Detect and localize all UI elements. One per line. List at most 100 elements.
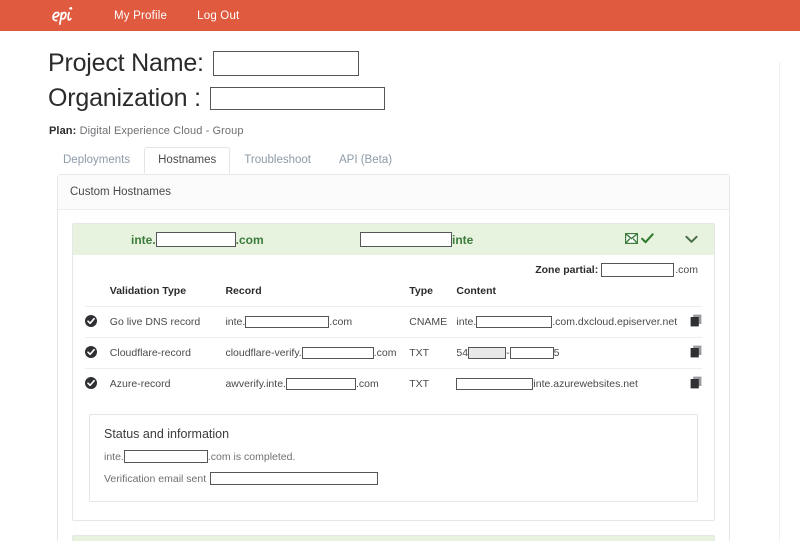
hostgroup-header-inte[interactable]: inte. .com inte <box>73 224 714 255</box>
row-status-icon-cell <box>85 337 110 369</box>
environment-inte: inte <box>360 232 473 247</box>
content-redaction-2 <box>509 347 554 359</box>
status-line-suffix: .com is completed. <box>207 450 296 463</box>
record-redaction <box>285 378 356 390</box>
th-status <box>85 285 110 307</box>
copy-icon[interactable] <box>690 376 702 392</box>
status-line-prefix: inte. <box>104 450 124 463</box>
plan-value: Digital Experience Cloud - Group <box>79 125 244 137</box>
environment-suffix: inte <box>452 232 474 247</box>
status-line-redaction <box>123 450 208 463</box>
cell-copy <box>677 337 702 369</box>
vertical-scrollbar[interactable] <box>779 62 800 541</box>
check-icon <box>641 231 654 249</box>
record-suffix: .com <box>373 347 397 359</box>
cell-content: inte. .com.dxcloud.episerver.net <box>456 306 678 338</box>
dns-records-table: Validation Type Record Type Content Go l… <box>85 285 702 399</box>
hostgroup-actions-inte <box>624 231 700 249</box>
hostname-inte: inte. .com <box>131 232 356 247</box>
cell-type: CNAME <box>409 306 457 338</box>
tab-troubleshoot[interactable]: Troubleshoot <box>230 147 325 174</box>
zone-partial-field[interactable] <box>601 263 675 277</box>
content-redaction <box>476 316 553 328</box>
cell-record: cloudflare-verify. .com <box>225 337 410 369</box>
content-redaction-1 <box>468 347 507 359</box>
plan-key: Plan: <box>49 125 77 137</box>
copy-icon[interactable] <box>690 345 702 361</box>
circle-check-icon <box>85 345 97 361</box>
cell-validation-type: Cloudflare-record <box>109 337 226 369</box>
epi-logo[interactable] <box>50 5 92 27</box>
zone-partial-suffix: .com <box>675 264 698 276</box>
tab-hostnames[interactable]: Hostnames <box>144 147 231 174</box>
table-row: Go live DNS record inte. .com CNAME inte… <box>85 306 702 338</box>
status-box-title: Status and information <box>104 427 230 441</box>
nav-my-profile[interactable]: My Profile <box>114 10 167 22</box>
zone-partial-label: Zone partial: <box>535 264 599 276</box>
hostgroup-header-www[interactable]: www. .com prod <box>73 536 714 541</box>
th-copy <box>677 285 702 307</box>
hostname-redaction <box>155 232 236 247</box>
zone-partial-row: Zone partial: .com <box>85 263 702 277</box>
cell-record: awverify.inte. .com <box>225 368 410 399</box>
cell-validation-type: Go live DNS record <box>109 306 226 338</box>
circle-check-icon <box>85 314 97 330</box>
status-completed-line: inte. .com is completed. <box>104 450 683 463</box>
organization-field[interactable] <box>209 87 385 110</box>
record-redaction <box>245 316 330 328</box>
record-suffix: .com <box>355 378 379 390</box>
project-name-field[interactable] <box>212 51 359 76</box>
record-prefix: cloudflare-verify. <box>225 347 302 359</box>
record-redaction <box>301 347 374 359</box>
content-prefix: inte. <box>456 316 477 328</box>
plan-line: Plan: Digital Experience Cloud - Group <box>0 119 800 137</box>
organization-row: Organization : <box>48 84 800 113</box>
project-name-label: Project Name: <box>48 49 204 77</box>
hostgroup-details-inte: Zone partial: .com Validation Type Recor… <box>73 255 714 520</box>
cell-content: 54 - 5 <box>456 337 678 369</box>
row-status-icon-cell <box>85 306 110 338</box>
table-row: Cloudflare-record cloudflare-verify. .co… <box>85 337 702 369</box>
top-navigation-bar: My Profile Log Out <box>0 0 800 31</box>
custom-hostnames-panel: Custom Hostnames inte. .com inte Zone pa… <box>57 174 730 541</box>
circle-check-icon <box>85 376 97 392</box>
content-suffix: 5 <box>553 347 560 359</box>
cell-copy <box>677 306 702 338</box>
verification-email-line: Verification email sent <box>104 472 683 485</box>
cell-type: TXT <box>409 337 457 369</box>
nav-log-out[interactable]: Log Out <box>197 10 239 22</box>
copy-icon[interactable] <box>690 314 702 330</box>
th-type: Type <box>409 285 433 297</box>
page-content: Project Name: Organization : Plan: Digit… <box>0 31 800 541</box>
verification-email-label: Verification email sent <box>104 472 207 485</box>
project-name-row: Project Name: <box>48 49 800 78</box>
table-header-row: Validation Type Record Type Content <box>85 285 702 307</box>
envelope-icon[interactable] <box>624 231 639 249</box>
th-record: Record <box>225 285 262 297</box>
record-suffix: .com <box>329 316 353 328</box>
content-suffix: .com.dxcloud.episerver.net <box>552 316 678 328</box>
environment-redaction <box>360 232 452 247</box>
panel-body: inte. .com inte Zone partial: .com Valid… <box>58 210 729 541</box>
content-prefix: 54 <box>456 347 469 359</box>
status-and-information-box: Status and information inte. .com is com… <box>89 414 698 502</box>
hostname-prefix: inte. <box>131 232 156 247</box>
tab-api-beta[interactable]: API (Beta) <box>325 147 406 174</box>
th-content: Content <box>456 285 497 297</box>
tab-bar: Deployments Hostnames Troubleshoot API (… <box>0 147 800 174</box>
panel-title: Custom Hostnames <box>58 175 729 210</box>
cell-copy <box>677 368 702 399</box>
cell-validation-type: Azure-record <box>109 368 226 399</box>
content-redaction <box>456 378 534 390</box>
cell-content: inte.azurewebsites.net <box>456 368 678 399</box>
hostname-suffix: .com <box>235 232 264 247</box>
record-prefix: awverify.inte. <box>225 378 286 390</box>
th-validation-type: Validation Type <box>109 285 187 297</box>
content-suffix: inte.azurewebsites.net <box>533 378 638 390</box>
cell-type: TXT <box>409 368 457 399</box>
chevron-down-icon[interactable] <box>682 235 700 244</box>
tab-deployments[interactable]: Deployments <box>49 147 144 174</box>
hostgroup-inte: inte. .com inte Zone partial: .com Valid… <box>72 223 715 521</box>
hostgroup-www: www. .com prod <box>72 535 715 541</box>
row-status-icon-cell <box>85 368 110 399</box>
